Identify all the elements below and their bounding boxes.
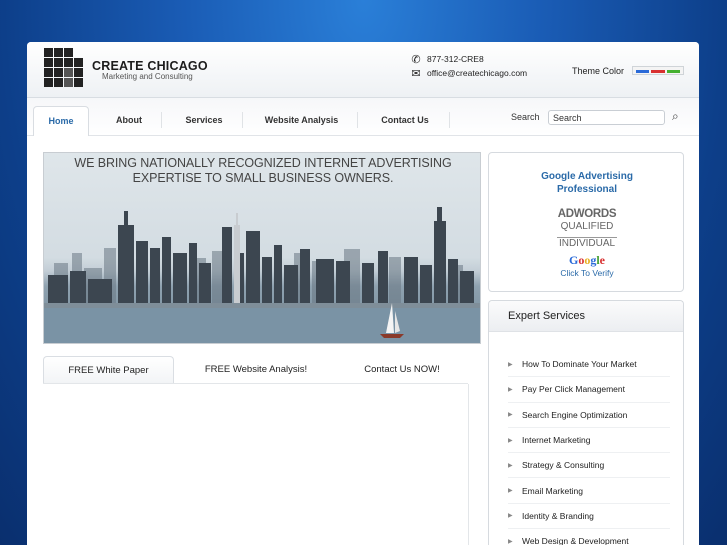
badge-individual: INDIVIDUAL (556, 237, 618, 249)
service-item-label: Strategy & Consulting (522, 460, 605, 471)
service-item[interactable]: ▶ Email Marketing (508, 478, 670, 504)
service-item[interactable]: ▶ Internet Marketing (508, 428, 670, 454)
service-item[interactable]: ▶ Identity & Branding (508, 504, 670, 530)
tabs-divider (43, 383, 468, 384)
service-item-label: Email Marketing (522, 485, 583, 496)
bullet-arrow-icon: ▶ (508, 513, 513, 520)
service-item[interactable]: ▶ Search Engine Optimization (508, 403, 670, 428)
bullet-arrow-icon: ▶ (508, 412, 513, 419)
nav-tab-website-analysis[interactable]: Website Analysis (249, 106, 354, 136)
theme-color-label: Theme Color (572, 66, 625, 76)
nav-tab-home[interactable]: Home (33, 106, 89, 136)
service-item-label: How To Dominate Your Market (522, 359, 637, 370)
logo-icon[interactable] (44, 48, 84, 90)
nav-divider (449, 112, 450, 128)
google-logo: Google (568, 253, 605, 267)
expert-services-box: Expert Services ▶ How To Dominate Your Ma… (488, 300, 684, 545)
logo-square (64, 68, 73, 77)
logo-square (54, 58, 63, 67)
contact-info: ✆ 877-312-CRE8 ✉ office@createchicago.co… (409, 52, 527, 80)
service-item-label: Web Design & Development (522, 536, 629, 545)
logo-square (44, 48, 53, 57)
logo-square (44, 78, 53, 87)
tab-contact-us-now[interactable]: Contact Us NOW! (343, 356, 461, 384)
logo-square (74, 78, 83, 87)
service-item[interactable]: ▶ How To Dominate Your Market (508, 352, 670, 378)
main-nav: Home About Services Website Analysis Con… (27, 98, 699, 136)
search-label: Search (511, 112, 540, 122)
bullet-arrow-icon: ▶ (508, 386, 513, 393)
expert-services-title: Expert Services (489, 301, 683, 332)
theme-swatch-blue[interactable] (636, 70, 650, 73)
nav-divider (242, 112, 243, 128)
logo-square (54, 48, 63, 57)
logo-square (54, 68, 63, 77)
bullet-arrow-icon: ▶ (508, 488, 513, 495)
nav-tab-about[interactable]: About (99, 106, 159, 136)
phone-icon: ✆ (411, 53, 421, 66)
nav-divider (161, 112, 162, 128)
badge-qualified: QUALIFIED (560, 221, 614, 232)
google-box-title-line-2: Professional (556, 184, 618, 195)
logo-square (64, 48, 73, 57)
service-item-label: Search Engine Optimization (522, 409, 628, 420)
service-item-label: Internet Marketing (522, 435, 591, 446)
column-divider (468, 384, 469, 545)
service-item-label: Identity & Branding (522, 510, 594, 521)
mail-icon: ✉ (411, 67, 421, 80)
badge-adwords: ADWORDS (557, 208, 617, 220)
google-box-title-line-1: Google Advertising (541, 171, 633, 182)
logo-title[interactable]: CREATE CHICAGO (92, 59, 208, 73)
logo-square (44, 58, 53, 67)
theme-swatch-green[interactable] (666, 70, 680, 73)
theme-swatch-red[interactable] (651, 70, 665, 73)
tab-free-website-analysis[interactable]: FREE Website Analysis! (185, 356, 327, 384)
search-input[interactable] (548, 110, 665, 125)
site-header: CREATE CHICAGO Marketing and Consulting … (27, 42, 699, 98)
google-advertising-box: Google Advertising Professional ADWORDS … (488, 152, 684, 292)
service-item[interactable]: ▶ Web Design & Development (508, 529, 670, 545)
logo-square (44, 68, 53, 77)
service-item-label: Pay Per Click Management (522, 384, 625, 395)
phone-number: 877-312-CRE8 (427, 54, 484, 64)
bullet-arrow-icon: ▶ (508, 538, 513, 545)
adwords-badge[interactable]: ADWORDS QUALIFIED INDIVIDUAL Google Clic… (489, 208, 685, 278)
logo-square (54, 78, 63, 87)
theme-color-picker[interactable] (632, 66, 684, 75)
logo-subtitle: Marketing and Consulting (102, 72, 193, 81)
content-tabs: FREE White Paper FREE Website Analysis! … (43, 356, 468, 384)
logo-square (74, 68, 83, 77)
hero-banner: WE BRING NATIONALLY RECOGNIZED INTERNET … (43, 152, 481, 344)
service-item[interactable]: ▶ Pay Per Click Management (508, 377, 670, 403)
hero-line-1: WE BRING NATIONALLY RECOGNIZED INTERNET … (74, 156, 452, 170)
logo-square (64, 78, 73, 87)
bullet-arrow-icon: ▶ (508, 437, 513, 444)
service-item[interactable]: ▶ Strategy & Consulting (508, 453, 670, 479)
expert-services-list: ▶ How To Dominate Your Market ▶ Pay Per Cli… (508, 352, 670, 545)
hero-headline: WE BRING NATIONALLY RECOGNIZED INTERNET … (44, 156, 480, 186)
logo-square (74, 58, 83, 67)
search-icon[interactable]: ⌕ (672, 109, 679, 124)
click-to-verify-link[interactable]: Click To Verify (489, 268, 685, 278)
bullet-arrow-icon: ▶ (508, 462, 513, 469)
page-container: CREATE CHICAGO Marketing and Consulting … (27, 42, 699, 545)
bullet-arrow-icon: ▶ (508, 361, 513, 368)
google-box-title: Google Advertising Professional (489, 170, 685, 196)
logo-square (64, 58, 73, 67)
nav-tab-services[interactable]: Services (169, 106, 239, 136)
nav-divider (357, 112, 358, 128)
hero-line-2: EXPERTISE TO SMALL BUSINESS OWNERS. (132, 171, 394, 185)
tab-free-white-paper[interactable]: FREE White Paper (43, 356, 174, 384)
nav-tab-contact-us[interactable]: Contact Us (363, 106, 447, 136)
email-link[interactable]: office@createchicago.com (427, 68, 527, 78)
